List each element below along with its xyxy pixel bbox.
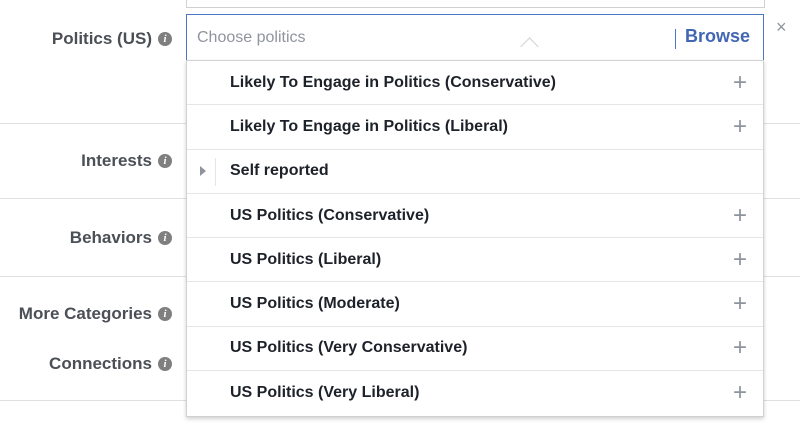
info-icon[interactable]: i: [158, 154, 172, 168]
more-categories-label-text: More Categories: [18, 304, 152, 323]
dropdown-option[interactable]: US Politics (Very Liberal) +: [187, 371, 763, 415]
politics-label: Politics (US) i: [52, 29, 172, 49]
add-plus-icon[interactable]: +: [733, 203, 747, 228]
dropdown-option[interactable]: US Politics (Conservative) +: [187, 194, 763, 239]
category-label: Self reported: [230, 162, 329, 180]
add-plus-icon[interactable]: +: [733, 247, 747, 272]
behaviors-label: Behaviors i: [70, 228, 172, 248]
connections-label: Connections i: [49, 354, 172, 374]
interests-label-text: Interests: [81, 151, 152, 170]
dropdown-option[interactable]: Likely To Engage in Politics (Liberal) +: [187, 105, 763, 150]
behaviors-label-text: Behaviors: [69, 228, 152, 247]
add-plus-icon[interactable]: +: [733, 292, 747, 316]
add-plus-icon[interactable]: +: [733, 336, 747, 360]
politics-search-input[interactable]: [197, 27, 637, 49]
info-icon[interactable]: i: [158, 231, 172, 245]
expand-caret-icon[interactable]: [200, 166, 206, 177]
option-label: US Politics (Very Liberal): [230, 384, 420, 402]
dropdown-option[interactable]: US Politics (Moderate) +: [187, 282, 763, 327]
close-icon[interactable]: ×: [776, 17, 787, 38]
info-icon[interactable]: i: [158, 357, 172, 371]
caret-separator: [215, 157, 216, 186]
option-label: Likely To Engage in Politics (Conservati…: [230, 73, 557, 91]
info-icon[interactable]: i: [158, 307, 172, 321]
connections-label-text: Connections: [49, 354, 152, 373]
dropdown-category[interactable]: Self reported: [187, 150, 763, 194]
option-label: US Politics (Liberal): [230, 250, 382, 268]
add-plus-icon[interactable]: +: [733, 70, 747, 95]
option-label: US Politics (Very Conservative): [230, 339, 468, 357]
previous-field-input[interactable]: [186, 0, 765, 8]
browse-separator: [675, 29, 676, 49]
info-icon[interactable]: i: [158, 32, 172, 46]
dropdown-option[interactable]: US Politics (Very Conservative) +: [187, 327, 763, 372]
add-plus-icon[interactable]: +: [733, 114, 747, 139]
politics-label-text: Politics (US): [51, 29, 152, 48]
add-plus-icon[interactable]: +: [733, 381, 747, 405]
dropdown-option[interactable]: Likely To Engage in Politics (Conservati…: [187, 61, 763, 106]
browse-button[interactable]: Browse: [685, 26, 750, 47]
interests-label: Interests i: [81, 151, 172, 171]
dropdown-option[interactable]: US Politics (Liberal) +: [187, 238, 763, 283]
option-label: Likely To Engage in Politics (Liberal): [230, 117, 508, 135]
option-label: US Politics (Conservative): [230, 206, 430, 224]
option-label: US Politics (Moderate): [230, 295, 400, 313]
politics-dropdown: Likely To Engage in Politics (Conservati…: [186, 60, 764, 417]
more-categories-label: More Categories i: [19, 304, 172, 324]
politics-search-box: Browse: [186, 14, 764, 61]
